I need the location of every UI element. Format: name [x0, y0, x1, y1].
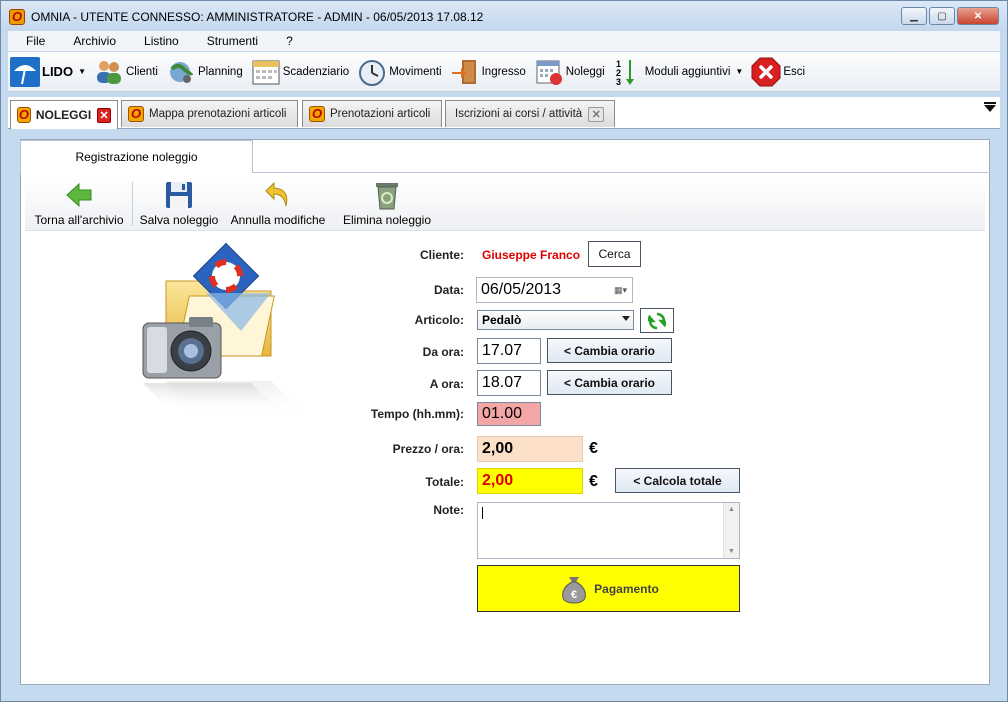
articolo-select[interactable]: Pedalò: [477, 310, 634, 330]
movimenti-button[interactable]: Movimenti: [353, 54, 445, 90]
users-icon: [94, 57, 124, 87]
menu-listino[interactable]: Listino: [126, 34, 189, 48]
scadenziario-button[interactable]: Scadenziario: [247, 54, 353, 90]
menu-archivio[interactable]: Archivio: [55, 34, 126, 48]
close-tab-icon[interactable]: ✕: [97, 107, 111, 123]
exit-icon: [751, 57, 781, 87]
calcola-totale-button[interactable]: < Calcola totale: [615, 468, 740, 493]
menu-file[interactable]: File: [8, 34, 55, 48]
note-scrollbar[interactable]: ▲ ▼: [723, 503, 739, 558]
umbrella-icon: [10, 56, 40, 87]
totale-field: 2,00: [477, 468, 583, 494]
planning-button[interactable]: Planning: [162, 54, 247, 90]
cliente-label: Cliente:: [419, 248, 464, 262]
cambia-orario-da-button[interactable]: < Cambia orario: [547, 338, 672, 363]
maximize-button[interactable]: ▢: [929, 7, 955, 25]
rental-calendar-icon: [534, 57, 564, 87]
planning-icon: [166, 57, 196, 87]
menu-bar: File Archivio Listino Strumenti ?: [8, 31, 1000, 51]
title-bar: O OMNIA - UTENTE CONNESSO: AMMINISTRATOR…: [1, 1, 1007, 31]
totale-label: Totale:: [425, 475, 464, 489]
tab-mappa-prenotazioni[interactable]: O Mappa prenotazioni articoli: [121, 100, 298, 127]
refresh-icon: [648, 312, 666, 329]
prezzo-field[interactable]: 2,00: [477, 436, 583, 462]
undo-icon: [265, 181, 288, 207]
tab-iscrizioni-corsi[interactable]: Iscrizioni ai corsi / attività ✕: [445, 100, 615, 127]
salva-noleggio-button[interactable]: Salva noleggio: [137, 176, 221, 231]
app-window: O OMNIA - UTENTE CONNESSO: AMMINISTRATOR…: [0, 0, 1008, 702]
esci-button[interactable]: Esci: [747, 54, 809, 90]
save-disk-icon: [166, 182, 192, 208]
omnia-logo-icon: O: [9, 9, 25, 25]
data-date-picker[interactable]: 06/05/2013 ▦▾: [476, 277, 633, 303]
moduli-aggiuntivi-button[interactable]: 123 Moduli aggiuntivi ▼: [609, 54, 748, 90]
action-bar: Torna all'archivio Salva noleggio Annull…: [25, 176, 985, 231]
scroll-down-icon[interactable]: ▼: [728, 548, 735, 555]
money-bag-icon: €: [562, 576, 586, 604]
tempo-field: 01.00: [477, 402, 541, 426]
da-ora-label: Da ora:: [422, 345, 464, 359]
text-cursor: [482, 507, 483, 519]
window-title: OMNIA - UTENTE CONNESSO: AMMINISTRATORE …: [31, 10, 484, 24]
scroll-up-icon[interactable]: ▲: [728, 506, 735, 513]
svg-text:3: 3: [616, 77, 621, 87]
pagamento-button[interactable]: € Pagamento: [477, 565, 740, 612]
door-enter-icon: [450, 57, 480, 87]
calendar-icon: [251, 57, 281, 87]
tab-list-menu-icon[interactable]: [984, 102, 996, 112]
tab-noleggi[interactable]: O NOLEGGI ✕: [10, 100, 118, 129]
omnia-logo-icon: O: [17, 107, 31, 123]
toolbar-separator: [132, 182, 133, 226]
data-label: Data:: [433, 283, 464, 297]
da-ora-field[interactable]: 17.07: [477, 338, 541, 364]
menu-strumenti[interactable]: Strumenti: [189, 34, 268, 48]
clock-icon: [357, 57, 387, 87]
note-textarea[interactable]: ▲ ▼: [477, 502, 740, 559]
ingresso-button[interactable]: Ingresso: [446, 54, 530, 90]
torna-archivio-button[interactable]: Torna all'archivio: [29, 176, 129, 231]
document-tabs: O NOLEGGI ✕ O Mappa prenotazioni articol…: [8, 97, 1000, 129]
calendar-dropdown-icon[interactable]: ▦▾: [614, 285, 627, 296]
minimize-button[interactable]: ▁: [901, 7, 927, 25]
a-ora-field[interactable]: 18.07: [477, 370, 541, 396]
recycle-bin-icon: [376, 183, 398, 210]
prezzo-label: Prezzo / ora:: [392, 442, 464, 456]
noleggi-button[interactable]: Noleggi: [530, 54, 609, 90]
elimina-noleggio-button[interactable]: Elimina noleggio: [335, 176, 439, 231]
annulla-modifiche-button[interactable]: Annulla modifiche: [227, 176, 329, 231]
menu-help[interactable]: ?: [268, 34, 303, 48]
cambia-orario-a-button[interactable]: < Cambia orario: [547, 370, 672, 395]
window-controls: ▁ ▢ ✕: [901, 7, 999, 25]
chevron-down-icon: [622, 316, 630, 321]
chevron-down-icon: ▼: [78, 67, 86, 76]
cerca-button[interactable]: Cerca: [588, 241, 641, 267]
omnia-logo-icon: O: [128, 106, 144, 122]
cliente-value: Giuseppe Franco: [482, 248, 581, 262]
articolo-label: Articolo:: [414, 313, 464, 327]
lido-button[interactable]: LIDO ▼: [8, 54, 90, 90]
refresh-articolo-button[interactable]: [640, 308, 674, 333]
euro-symbol: €: [589, 473, 598, 490]
note-label: Note:: [433, 503, 464, 517]
sort-numbers-icon: 123: [613, 57, 643, 87]
close-window-button[interactable]: ✕: [957, 7, 999, 25]
back-arrow-icon: [66, 182, 92, 208]
tab-prenotazioni-articoli[interactable]: O Prenotazioni articoli: [302, 100, 442, 127]
euro-symbol: €: [589, 440, 598, 457]
rental-illustration-icon: [142, 242, 306, 416]
tempo-label: Tempo (hh.mm):: [370, 407, 464, 421]
omnia-logo-icon: O: [309, 106, 325, 122]
main-toolbar: LIDO ▼ Clienti Planning Scadenziario Mov…: [8, 52, 1000, 92]
clienti-button[interactable]: Clienti: [90, 54, 162, 90]
tab-registrazione-noleggio[interactable]: Registrazione noleggio: [20, 140, 253, 173]
a-ora-label: A ora:: [429, 377, 464, 391]
svg-text:€: €: [571, 589, 577, 601]
chevron-down-icon: ▼: [735, 67, 744, 76]
close-tab-icon[interactable]: ✕: [588, 106, 605, 122]
